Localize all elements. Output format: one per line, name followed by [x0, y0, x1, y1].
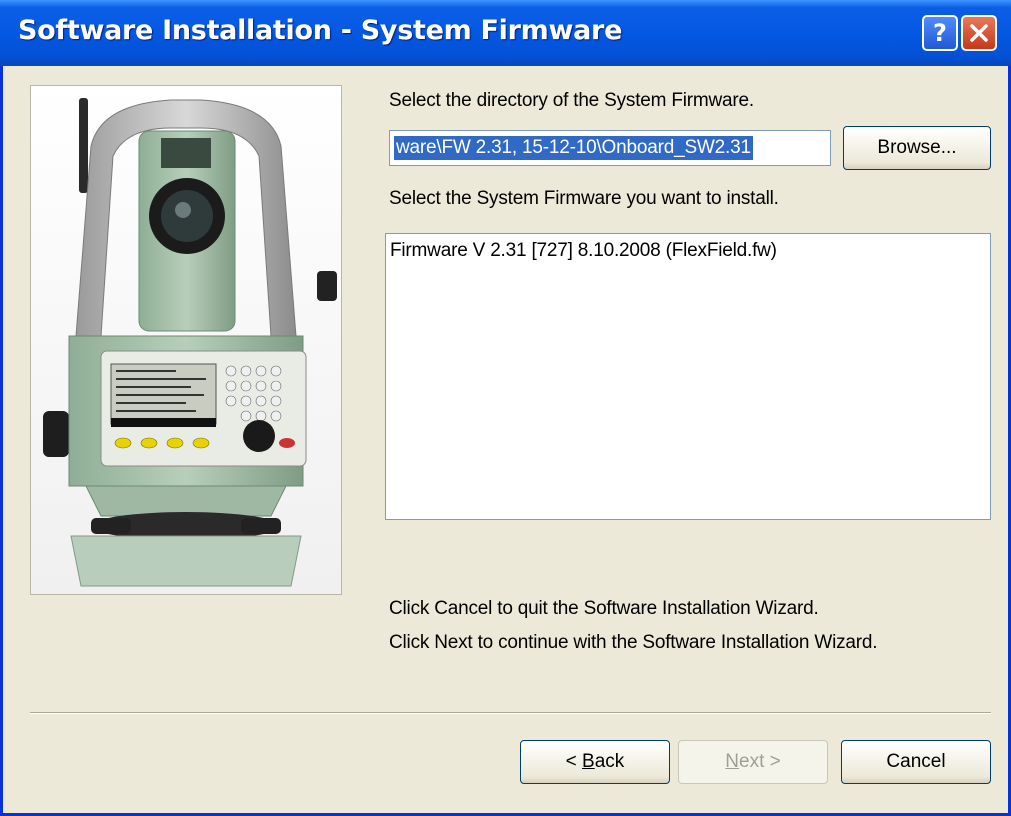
firmware-list-item[interactable]: Firmware V 2.31 [727] 8.10.2008 (FlexFie… [390, 240, 777, 262]
total-station-photo [30, 85, 342, 595]
wizard-window: Software Installation - System Firmware … [0, 0, 1011, 816]
help-button[interactable]: ? [922, 15, 958, 51]
cancel-info-text: Click Cancel to quit the Software Instal… [389, 598, 819, 619]
wizard-body: Select the directory of the System Firmw… [3, 66, 1008, 813]
window-title: Software Installation - System Firmware [18, 15, 623, 46]
next-button[interactable]: Next > [678, 740, 828, 784]
cancel-button[interactable]: Cancel [841, 740, 991, 784]
next-button-accel: N [725, 751, 739, 772]
directory-prompt: Select the directory of the System Firmw… [389, 90, 754, 111]
footer-divider [30, 712, 991, 714]
firmware-directory-input[interactable]: ware\FW 2.31, 15-12-10\Onboard_SW2.31 [389, 130, 831, 166]
firmware-listbox[interactable]: Firmware V 2.31 [727] 8.10.2008 (FlexFie… [385, 233, 991, 520]
back-button[interactable]: < Back [520, 740, 670, 784]
firmware-select-prompt: Select the System Firmware you want to i… [389, 188, 779, 209]
next-button-rest: ext > [739, 751, 781, 772]
browse-button[interactable]: Browse... [843, 126, 991, 170]
help-icon: ? [933, 19, 947, 47]
directory-path-text: ware\FW 2.31, 15-12-10\Onboard_SW2.31 [394, 136, 753, 160]
back-button-rest: ack [594, 751, 625, 772]
close-button[interactable] [961, 15, 997, 51]
close-icon [970, 24, 988, 42]
back-button-prefix: < [565, 751, 583, 772]
next-info-text: Click Next to continue with the Software… [389, 632, 878, 653]
total-station-illustration [43, 98, 337, 587]
back-button-accel: B [582, 751, 595, 772]
title-bar[interactable]: Software Installation - System Firmware … [0, 0, 1011, 66]
